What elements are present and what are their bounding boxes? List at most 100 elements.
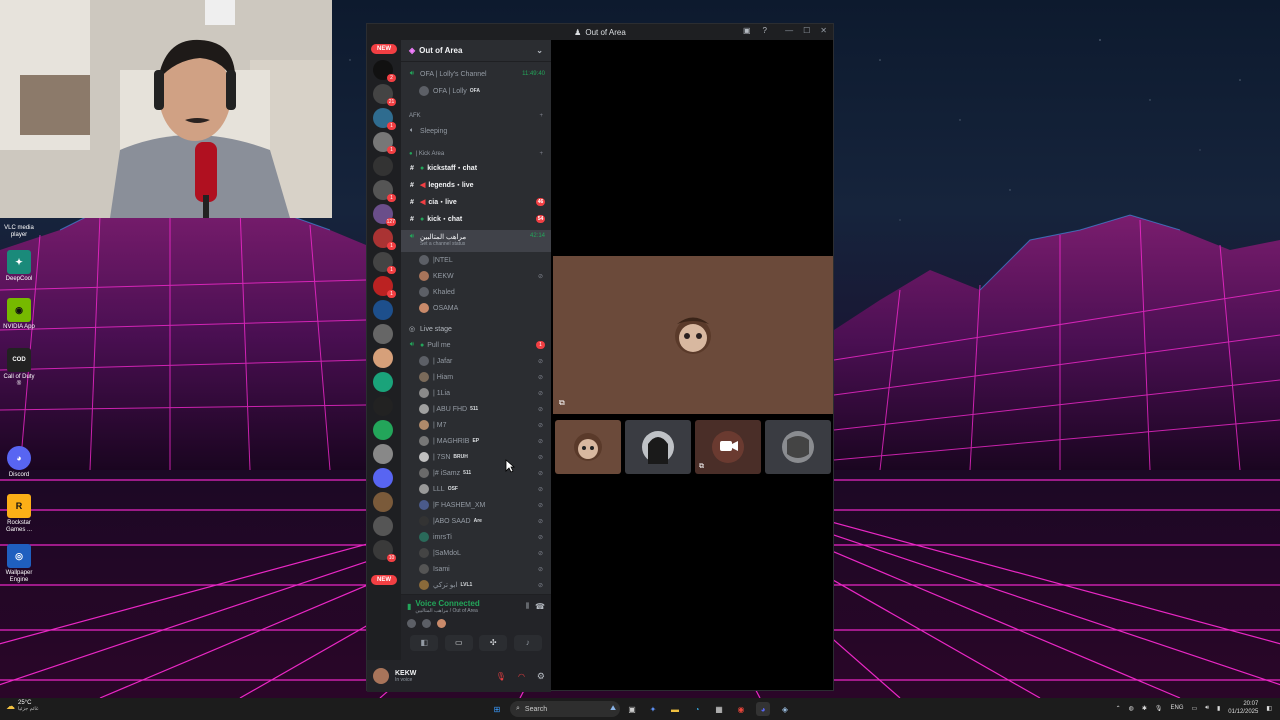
screen-share-button[interactable]: ▭ [444, 635, 473, 651]
clock[interactable]: 20:07 01/12/2025 [1228, 700, 1258, 716]
stage-member[interactable]: | Jafar ⊘ [401, 353, 551, 369]
nvidia-icon[interactable]: ◉ NVIDIA App [2, 298, 36, 331]
deepcool-icon[interactable]: ✦ DeepCool [2, 250, 36, 283]
soundboard-button[interactable]: ♪ [513, 635, 542, 651]
bluetooth-icon[interactable]: ✱ [1142, 705, 1147, 712]
server-icon-10[interactable]: 1 [373, 276, 396, 298]
calculator-icon[interactable]: ▦ [712, 702, 726, 716]
voice-member[interactable]: OSAMA [401, 300, 551, 316]
server-icon-20[interactable] [373, 516, 393, 536]
stage-member[interactable]: |SaMdoL ⊘ [401, 545, 551, 561]
discord-taskbar-icon[interactable]: ◕ [756, 702, 770, 716]
text-channel[interactable]: # ◀ legends・live [401, 177, 551, 193]
server-icon-1[interactable]: 2 [373, 60, 396, 82]
inbox-icon[interactable]: ▣ [743, 26, 751, 35]
category-live-stage[interactable]: ◎ Live stage [401, 321, 551, 337]
voice-member[interactable]: |NTEL [401, 252, 551, 268]
category-afk[interactable]: AFK + [401, 108, 551, 124]
stage-member[interactable]: |# iSamz 511 ⊘ [401, 465, 551, 481]
stage-member[interactable]: imrsTi ⊘ [401, 529, 551, 545]
vlc-icon[interactable]: VLC media player [2, 219, 36, 239]
server-header[interactable]: ◈ Out of Area ⌄ [401, 40, 551, 62]
participant-thumb[interactable] [765, 420, 831, 474]
add-channel-icon[interactable]: + [539, 113, 543, 119]
voice-channel-sleeping[interactable]: 🔈︎ Sleeping [401, 123, 551, 139]
server-icon-15[interactable] [373, 396, 393, 416]
voice-member[interactable]: Khaled [401, 284, 551, 300]
notification-icon[interactable]: ◧ [1266, 705, 1272, 712]
server-icon-11[interactable] [373, 300, 393, 320]
steam-icon[interactable]: ◈ [778, 702, 792, 716]
file-explorer-icon[interactable]: ▬ [668, 702, 682, 716]
network-tray-icon[interactable]: ◍ [1129, 705, 1134, 712]
weather-widget[interactable]: ☁ 25°C غائم جزئيا [6, 700, 39, 712]
participant-thumb[interactable] [625, 420, 691, 474]
stage-member[interactable]: | 7SN BRUH ⊘ [401, 449, 551, 465]
server-icon-12[interactable] [373, 324, 393, 344]
display-icon[interactable]: ▭ [1192, 705, 1198, 712]
server-icon-17[interactable] [373, 444, 393, 464]
text-channel[interactable]: # ● kickstaff・chat [401, 160, 551, 176]
stage-member[interactable]: | Hiam ⊘ [401, 369, 551, 385]
channel-status[interactable]: Set a channel status [420, 241, 466, 247]
server-icon-3[interactable]: 1 [373, 108, 396, 130]
voice-channel-pull-me[interactable]: 🔊︎ ● Pull me 1 [401, 337, 551, 353]
chrome-icon[interactable]: ◉ [734, 702, 748, 716]
voice-channel-ofa[interactable]: 🔊︎ OFA | Lolly's Channel 11:49:40 [401, 66, 551, 82]
user-avatar[interactable] [373, 668, 389, 684]
server-icon-9[interactable]: 1 [373, 252, 396, 274]
help-icon[interactable]: ? [763, 26, 767, 35]
rockstar-icon[interactable]: R Rockstar Games ... [2, 494, 36, 534]
volume-icon[interactable]: 🔊︎ [1205, 705, 1209, 712]
chevron-up-icon[interactable]: ⌃ [1116, 705, 1121, 712]
server-icon-18[interactable] [373, 468, 393, 488]
server-icon-7[interactable]: 127 [373, 204, 396, 226]
voice-status[interactable]: Voice Connected [415, 599, 479, 608]
wallpaper-engine-icon[interactable]: ◎ Wallpaper Engine [2, 544, 36, 584]
stage-member[interactable]: |F HASHEM_XM ⊘ [401, 497, 551, 513]
stage-member[interactable]: | 1Lia ⊘ [401, 385, 551, 401]
server-icon-13[interactable] [373, 348, 393, 368]
cod-icon[interactable]: COD Call of Duty ® [2, 348, 36, 388]
server-icon-14[interactable] [373, 372, 393, 392]
camera-button[interactable]: ◧ [410, 635, 439, 651]
server-icon-16[interactable] [373, 420, 393, 440]
add-channel-icon[interactable]: + [539, 151, 543, 157]
mic-tray-icon[interactable]: 🎙︎ [1155, 705, 1163, 712]
server-icon-2[interactable]: 21 [373, 84, 396, 106]
mic-muted-icon[interactable]: 🎙︎ [496, 672, 506, 681]
close-button[interactable]: ✕ [820, 26, 827, 35]
language-indicator[interactable]: ENG [1171, 705, 1184, 711]
edge-icon[interactable]: ◔ [690, 702, 704, 716]
focused-participant-tile[interactable]: ⧉ [553, 256, 833, 414]
text-channel[interactable]: # ● kick・chat 54 [401, 211, 551, 227]
discord-desktop-icon[interactable]: ◕ Discord [2, 446, 36, 479]
start-button[interactable]: ⊞ [490, 702, 504, 716]
stage-member[interactable]: | M7 ⊘ [401, 417, 551, 433]
battery-icon[interactable]: ▮ [1217, 705, 1220, 712]
server-icon-21[interactable]: 10 [373, 540, 396, 562]
participant-thumb[interactable] [555, 420, 621, 474]
stage-member[interactable]: | MAGHRIB EP ⊘ [401, 433, 551, 449]
taskbar-search[interactable]: ⌕ Search ⛰ [510, 701, 620, 717]
headphone-muted-icon[interactable]: ◠ [518, 672, 525, 681]
minimize-button[interactable]: — [785, 26, 793, 35]
server-icon-19[interactable] [373, 492, 393, 512]
stage-member[interactable]: ابو تركي LVL1 ⊘ [401, 577, 551, 593]
text-channel[interactable]: # ◀ cia・live 46 [401, 194, 551, 210]
task-view-icon[interactable]: ▣ [625, 702, 639, 716]
copilot-icon[interactable]: ✦ [646, 702, 660, 716]
voice-channel-current[interactable]: 🔊︎ مراهب المتالبين Set a channel status … [401, 230, 551, 252]
stage-member[interactable]: | ABU FHD 511 ⊘ [401, 401, 551, 417]
voice-member[interactable]: OFA | Lolly OFA [401, 83, 551, 99]
voice-member[interactable]: KEKW ⊘ [401, 268, 551, 284]
stage-member[interactable]: |ABO SAAD Are ⊘ [401, 513, 551, 529]
settings-gear-icon[interactable]: ⚙ [537, 671, 545, 682]
noise-suppression-icon[interactable]: ⫼ [526, 603, 529, 611]
server-icon-4[interactable]: 1 [373, 132, 396, 154]
disconnect-icon[interactable]: ☎ [535, 602, 545, 611]
activities-button[interactable]: ✣ [479, 635, 508, 651]
server-icon-6[interactable]: 1 [373, 180, 396, 202]
server-icon-5[interactable] [373, 156, 393, 176]
maximize-button[interactable]: ☐ [803, 26, 810, 35]
